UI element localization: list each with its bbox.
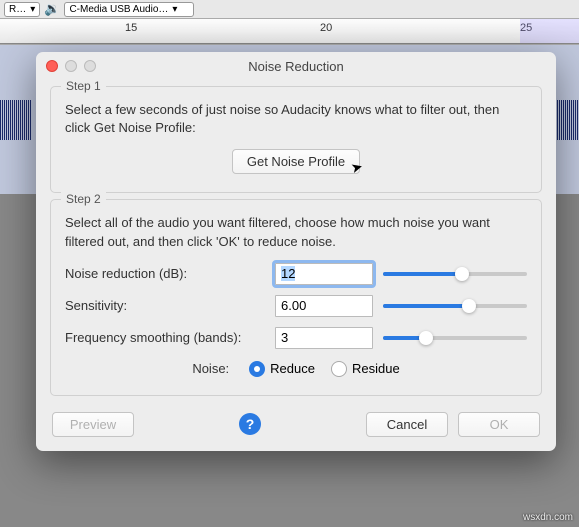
preview-button[interactable]: Preview (52, 412, 134, 437)
sensitivity-slider[interactable] (383, 296, 527, 316)
close-icon[interactable] (46, 60, 58, 72)
radio-residue-label: Residue (352, 361, 400, 376)
freq-smoothing-input[interactable] (275, 327, 373, 349)
get-noise-profile-button[interactable]: Get Noise Profile (232, 149, 360, 174)
main-toolbar: R… ▾ 🔉 C-Media USB Audio… ▾ (0, 0, 579, 18)
ok-button[interactable]: OK (458, 412, 540, 437)
sensitivity-row: Sensitivity: (65, 295, 527, 317)
noise-reduction-row: Noise reduction (dB): (65, 263, 527, 285)
dialog-button-bar: Preview ? Cancel OK (36, 402, 556, 451)
dialog-titlebar: Noise Reduction (36, 52, 556, 80)
watermark: wsxdn.com (523, 512, 573, 523)
step2-label: Step 2 (61, 192, 106, 206)
step1-group: Step 1 Select a few seconds of just nois… (50, 86, 542, 193)
noise-radio-row: Noise: Reduce Residue (65, 361, 527, 377)
minimize-icon (65, 60, 77, 72)
noise-reduction-slider[interactable] (383, 264, 527, 284)
step2-text: Select all of the audio you want filtere… (65, 214, 527, 250)
noise-radio-label: Noise: (192, 361, 229, 376)
recording-device-segment[interactable]: R… ▾ (4, 2, 40, 17)
freq-smoothing-row: Frequency smoothing (bands): (65, 327, 527, 349)
zoom-icon (84, 60, 96, 72)
chevron-down-icon: ▾ (172, 4, 177, 15)
freq-smoothing-slider[interactable] (383, 328, 527, 348)
noise-reduction-dialog: Noise Reduction Step 1 Select a few seco… (36, 52, 556, 451)
sensitivity-input[interactable] (275, 295, 373, 317)
step2-group: Step 2 Select all of the audio you want … (50, 199, 542, 395)
noise-reduction-label: Noise reduction (dB): (65, 266, 265, 281)
speaker-icon: 🔉 (44, 1, 60, 17)
playback-device-label: C-Media USB Audio… (69, 4, 168, 15)
radio-icon (249, 361, 265, 377)
ruler-tick: 15 (125, 22, 137, 34)
ruler-tick: 25 (520, 22, 532, 34)
ruler-tick: 20 (320, 22, 332, 34)
timeline-ruler[interactable]: 15 20 25 (0, 18, 579, 44)
noise-reduction-input[interactable] (275, 263, 373, 285)
help-icon[interactable]: ? (239, 413, 261, 435)
playback-device-segment[interactable]: C-Media USB Audio… ▾ (64, 2, 194, 17)
cancel-button[interactable]: Cancel (366, 412, 448, 437)
dialog-title: Noise Reduction (36, 59, 556, 74)
chevron-down-icon: ▾ (30, 4, 35, 15)
recording-label: R… (9, 4, 26, 15)
radio-icon (331, 361, 347, 377)
radio-reduce-label: Reduce (270, 361, 315, 376)
step1-label: Step 1 (61, 79, 106, 93)
sensitivity-label: Sensitivity: (65, 298, 265, 313)
cursor-icon: ➤ (349, 158, 365, 177)
freq-smoothing-label: Frequency smoothing (bands): (65, 330, 265, 345)
step1-text: Select a few seconds of just noise so Au… (65, 101, 527, 137)
radio-residue[interactable]: Residue (331, 361, 400, 377)
radio-reduce[interactable]: Reduce (249, 361, 315, 377)
